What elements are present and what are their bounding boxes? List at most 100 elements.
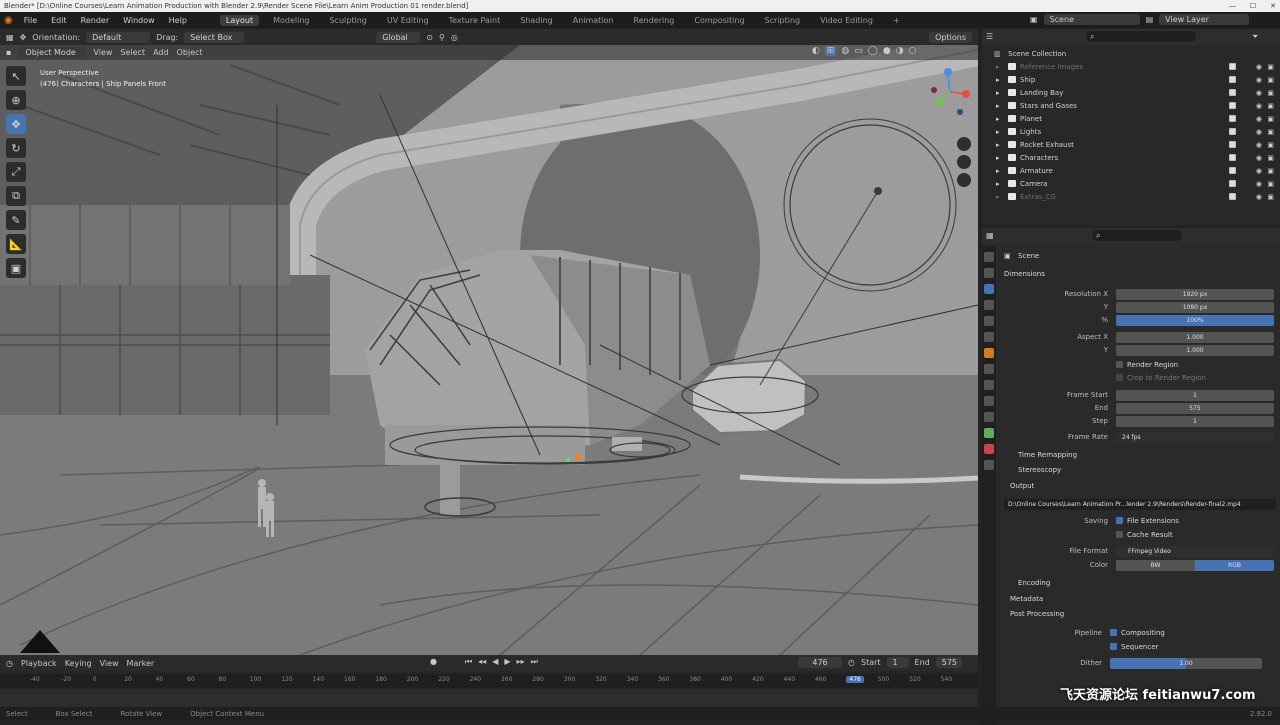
outliner-item[interactable]: ▸ Camera ◉ ▣ [982,177,1280,190]
outliner-item[interactable]: ▸ Characters ◉ ▣ [982,151,1280,164]
render-camera-icon[interactable]: ▣ [1267,193,1274,201]
exclude-checkbox[interactable] [1229,180,1236,187]
exclude-checkbox[interactable] [1229,167,1236,174]
axis-y-icon[interactable] [936,98,944,106]
time-remapping-header[interactable]: Time Remapping [1018,451,1077,459]
dither-slider[interactable]: 1.00 [1110,658,1262,669]
tab-modeling[interactable]: Modeling [267,15,315,26]
world-tab-icon[interactable] [984,332,994,342]
render-camera-icon[interactable]: ▣ [1267,167,1274,175]
jump-end-icon[interactable]: ⏭ [531,657,538,667]
render-camera-icon[interactable]: ▣ [1267,128,1274,136]
render-camera-icon[interactable]: ▣ [1267,76,1274,84]
dimensions-header[interactable]: Dimensions [1004,270,1045,278]
editor-type-icon[interactable]: ▦ [6,33,14,42]
menu-playback[interactable]: Playback [21,659,57,668]
expand-icon[interactable]: ▸ [996,63,1000,71]
crop-checkbox[interactable] [1116,374,1123,381]
start-frame-field[interactable]: 1 [886,657,909,668]
snap-icon[interactable]: ⚲ [439,33,445,42]
view-layer-tab-icon[interactable] [984,300,994,310]
expand-icon[interactable]: ▸ [996,180,1000,188]
eye-icon[interactable]: ◉ [1256,63,1262,71]
eye-icon[interactable]: ◉ [1256,154,1262,162]
exclude-checkbox[interactable] [1229,141,1236,148]
resolution-x-field[interactable]: 1920 px [1116,289,1274,300]
menu-add[interactable]: Add [153,48,169,57]
material-shading-icon[interactable]: ◑ [896,46,904,56]
tab-uv-editing[interactable]: UV Editing [381,15,435,26]
compositing-checkbox[interactable] [1110,629,1117,636]
minimize-icon[interactable]: — [1229,0,1236,12]
move-tool-icon[interactable]: ✥ [6,114,26,134]
render-camera-icon[interactable]: ▣ [1267,63,1274,71]
transform-orientation-dropdown[interactable]: Global [376,31,421,43]
render-camera-icon[interactable]: ▣ [1267,89,1274,97]
gizmo-icon[interactable]: ⊞ [824,46,837,56]
menu-keying[interactable]: Keying [65,659,92,668]
select-tool-icon[interactable]: ↖ [6,66,26,86]
measure-tool-icon[interactable]: 📐 [6,234,26,254]
play-icon[interactable]: ▶ [504,657,510,667]
frame-rate-dropdown[interactable]: 24 fps [1116,432,1274,443]
eye-icon[interactable]: ◉ [1256,141,1262,149]
eye-icon[interactable]: ◉ [1256,167,1262,175]
drag-dropdown[interactable]: Select Box [184,31,245,43]
exclude-checkbox[interactable] [1229,154,1236,161]
outliner-item[interactable]: ▸ Stars and Gases ◉ ▣ [982,99,1280,112]
properties-search-input[interactable] [1092,230,1182,241]
menu-window[interactable]: Window [120,16,158,25]
annotate-tool-icon[interactable]: ✎ [6,210,26,230]
tab-scripting[interactable]: Scripting [759,15,807,26]
scene-collection-row[interactable]: ▥ Scene Collection [982,47,1280,60]
outliner-item[interactable]: ▸ Planet ◉ ▣ [982,112,1280,125]
exclude-checkbox[interactable] [1229,115,1236,122]
tool-tab-icon[interactable] [984,252,994,262]
expand-icon[interactable]: ▸ [996,102,1000,110]
pan-icon[interactable] [957,155,971,169]
output-header[interactable]: Output [1010,482,1034,490]
tab-video-editing[interactable]: Video Editing [814,15,879,26]
filter-icon[interactable]: ⏷ [1252,32,1258,42]
mode-dropdown[interactable]: Object Mode [19,47,86,58]
eye-icon[interactable]: ◉ [1256,193,1262,201]
timeline-ruler[interactable]: -40 -20 0 20 40 60 80 100 120 140 160 180 200 220 240 2… [0,674,978,688]
tab-sculpting[interactable]: Sculpting [324,15,373,26]
exclude-checkbox[interactable] [1229,128,1236,135]
add-cube-tool-icon[interactable]: ▣ [6,258,26,278]
menu-view[interactable]: View [93,48,112,57]
expand-icon[interactable]: ▸ [996,193,1000,201]
outliner-item[interactable]: ▸ Armature ◉ ▣ [982,164,1280,177]
expand-icon[interactable]: ▸ [996,115,1000,123]
exclude-checkbox[interactable] [1229,76,1236,83]
scale-tool-icon[interactable]: ⤢ [6,162,26,182]
visibility-icon[interactable]: ◐ [812,46,820,56]
cursor-tool-icon[interactable]: ⊕ [6,90,26,110]
cache-result-checkbox[interactable] [1116,531,1123,538]
scene-tab-icon[interactable] [984,316,994,326]
outliner-item[interactable]: ▸ Landing Bay ◉ ▣ [982,86,1280,99]
material-tab-icon[interactable] [984,444,994,454]
texture-tab-icon[interactable] [984,460,994,470]
tab-animation[interactable]: Animation [567,15,620,26]
expand-icon[interactable]: ▸ [996,76,1000,84]
outliner-item[interactable]: ▸ Lights ◉ ▣ [982,125,1280,138]
menu-edit[interactable]: Edit [48,16,70,25]
exclude-checkbox[interactable] [1229,89,1236,96]
menu-view-timeline[interactable]: View [100,659,119,668]
close-icon[interactable]: ✕ [1270,0,1276,12]
particles-tab-icon[interactable] [984,380,994,390]
output-tab-icon[interactable] [984,284,994,294]
metadata-header[interactable]: Metadata [1010,595,1043,603]
tab-compositing[interactable]: Compositing [688,15,750,26]
tab-layout[interactable]: Layout [219,14,260,26]
camera-view-icon[interactable] [957,173,971,187]
maximize-icon[interactable]: ☐ [1250,0,1256,12]
expand-icon[interactable]: ▸ [996,141,1000,149]
transform-icon[interactable]: ✥ [20,33,27,42]
render-camera-icon[interactable]: ▣ [1267,115,1274,123]
file-extensions-checkbox[interactable] [1116,517,1123,524]
xray-icon[interactable]: ▭ [854,46,863,56]
render-camera-icon[interactable]: ▣ [1267,154,1274,162]
outliner-search-input[interactable] [1086,31,1196,42]
